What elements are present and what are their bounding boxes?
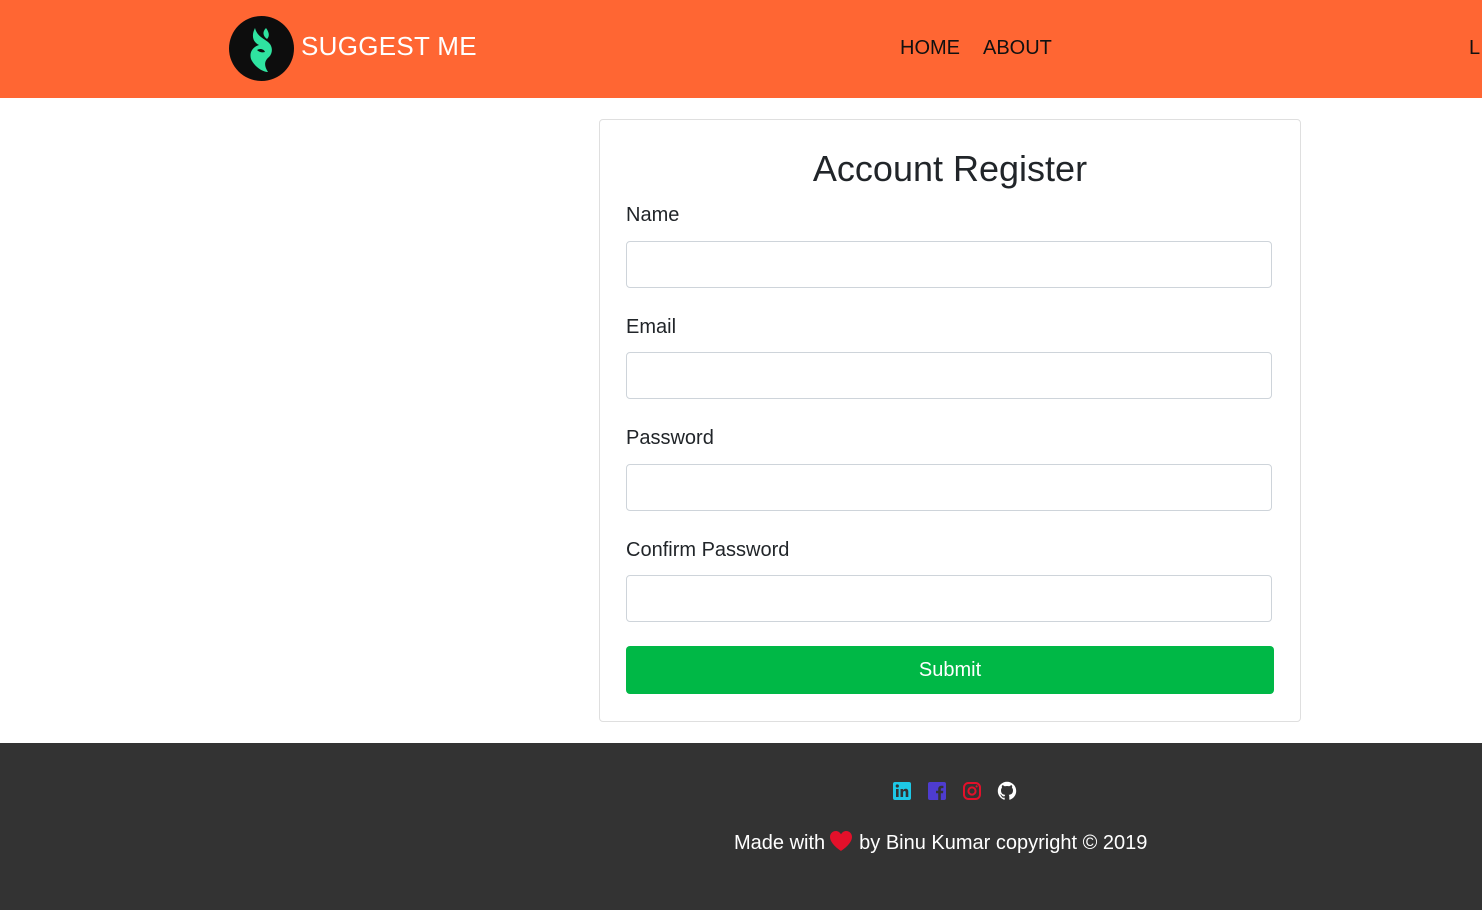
leaf-face-logo-icon[interactable] [229,16,294,81]
footer-text-after: by Binu Kumar copyright © 2019 [859,832,1148,854]
register-card: Account Register Name Email Password Con… [599,119,1301,722]
form-title: Account Register [812,148,1088,189]
password-input[interactable] [626,464,1272,511]
confirm-password-label: Confirm Password [626,539,790,561]
github-icon[interactable] [997,781,1017,801]
page-footer: Made with by Binu Kumar copyright © 2019 [0,743,1482,910]
heart-icon [829,830,853,858]
facebook-icon[interactable] [927,781,947,801]
name-input[interactable] [626,241,1272,288]
linkedin-icon[interactable] [892,781,912,801]
name-label: Name [626,204,680,226]
nav-home-link[interactable]: HOME [900,36,960,60]
email-input[interactable] [626,352,1272,399]
email-label: Email [626,316,677,338]
confirm-password-input[interactable] [626,575,1272,622]
submit-button[interactable]: Submit [626,646,1274,694]
footer-credit: Made with by Binu Kumar copyright © 2019 [734,830,1147,858]
password-label: Password [626,427,714,449]
top-navbar: SUGGEST ME HOME ABOUT L [0,0,1482,98]
instagram-icon[interactable] [962,781,982,801]
nav-truncated-link[interactable]: L [1469,36,1480,60]
brand-name[interactable]: SUGGEST ME [301,31,477,61]
footer-text-before: Made with [734,832,826,854]
nav-about-link[interactable]: ABOUT [983,36,1052,60]
